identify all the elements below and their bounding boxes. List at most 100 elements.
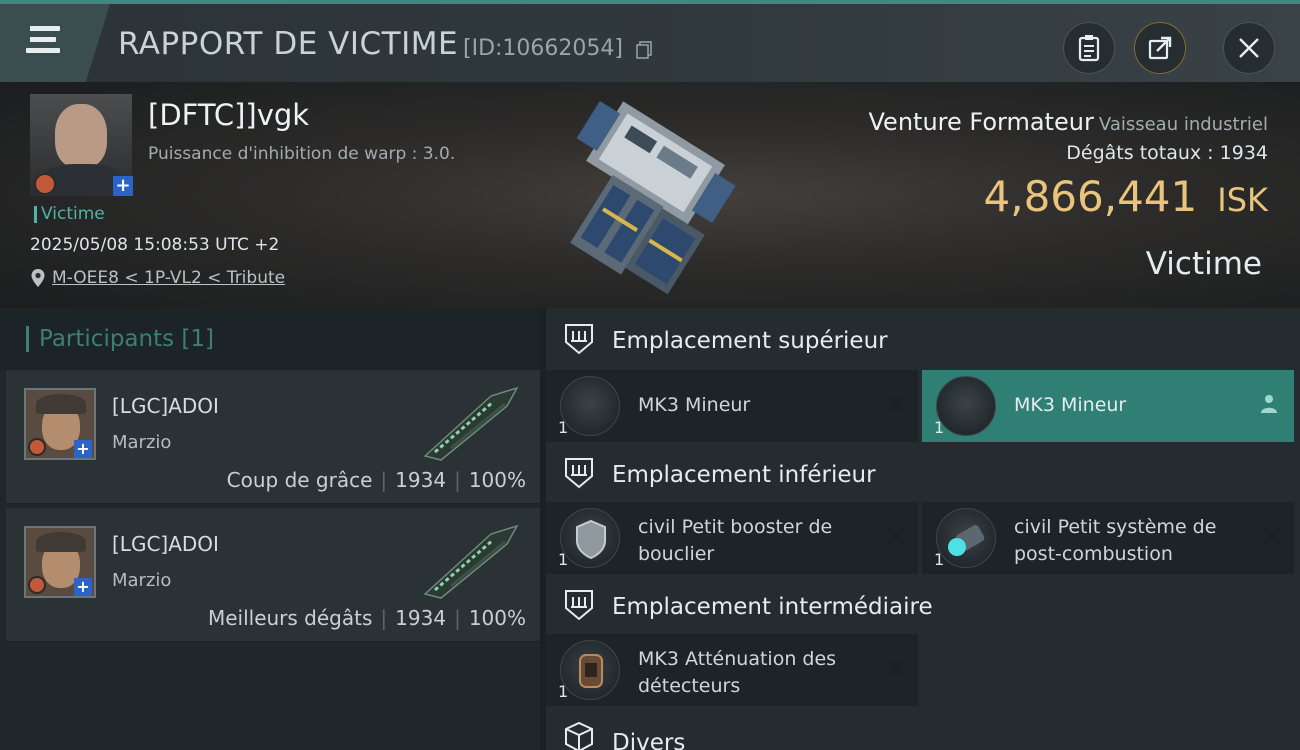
corporation-icon [34, 173, 56, 195]
menu-icon [24, 26, 60, 31]
add-contact-icon[interactable]: + [113, 176, 133, 196]
isk-value-line: 4,866,441 ISK [984, 172, 1269, 221]
close-button[interactable] [1223, 22, 1275, 74]
miner-icon [936, 376, 996, 436]
attacker-ship-icon[interactable] [421, 386, 521, 462]
module-quantity: 1 [558, 418, 569, 437]
total-damage-value: 1934 [1219, 142, 1268, 164]
high-slot-header: Emplacement supérieur [546, 308, 1300, 370]
page-title: RAPPORT DE VICTIME [118, 26, 459, 62]
copy-icon[interactable] [636, 41, 652, 59]
add-contact-icon[interactable]: + [74, 440, 92, 458]
participants-header: Participants [1] [0, 308, 540, 370]
menu-button[interactable] [0, 4, 110, 82]
isk-value: 4,866,441 [983, 172, 1198, 221]
participants-label: Participants [39, 326, 175, 352]
mid-slot-label: Emplacement intermédiaire [612, 594, 933, 620]
participant-card[interactable]: + [LGC]ADOI Marzio Meilleurs dégâts | 1934… [6, 508, 540, 642]
share-icon [1148, 36, 1172, 60]
destroyed-x-icon [888, 396, 904, 412]
corporation-icon [28, 438, 46, 456]
low-slot-header: Emplacement inférieur [546, 442, 1300, 504]
close-icon [1239, 38, 1259, 58]
destroyed-x-icon [888, 660, 904, 676]
module-slot[interactable]: 1 MK3 Mineur [546, 370, 918, 442]
participant-character: Marzio [112, 570, 172, 591]
total-damage: Dégâts totaux : 1934 [1066, 142, 1268, 164]
avatar-hat [36, 394, 86, 414]
stat-divider: | [454, 606, 461, 630]
menu-icon-bar [24, 37, 56, 42]
participant-damage: 1934 [395, 606, 447, 630]
participant-name[interactable]: [LGC]ADOI [112, 532, 219, 556]
victim-banner: + [DFTC]]vgk Puissance d'inhibition de w… [0, 82, 1300, 308]
sensor-dampener-icon [560, 640, 620, 700]
participants-title: Participants [1] [26, 326, 214, 352]
high-slot-label: Emplacement supérieur [612, 328, 888, 354]
module-quantity: 1 [934, 418, 945, 437]
report-button[interactable] [1063, 22, 1115, 74]
share-button[interactable] [1134, 22, 1186, 74]
participants-panel: Participants [1] + [LGC]ADOI Marzio Coup… [0, 308, 540, 750]
avatar-hat [36, 532, 86, 552]
mid-slot-header: Emplacement intermédiaire [546, 574, 1300, 636]
miner-icon [560, 376, 620, 436]
shield-icon [576, 519, 606, 560]
dampener-icon [579, 654, 603, 688]
ship-name[interactable]: Venture Formateur [869, 108, 1094, 136]
participant-card[interactable]: + [LGC]ADOI Marzio Coup de grâce | 1934 | 10… [6, 370, 540, 504]
module-name: MK3 Mineur [1014, 394, 1127, 416]
participant-character: Marzio [112, 432, 172, 453]
module-name: civil Petit système de post-combustion [1014, 516, 1217, 565]
kill-datetime: 2025/05/08 15:08:53 UTC +2 [30, 235, 280, 255]
module-name: MK3 Mineur [638, 394, 751, 416]
participant-name[interactable]: [LGC]ADOI [112, 394, 219, 418]
add-contact-icon[interactable]: + [74, 578, 92, 596]
participant-percent: 100% [468, 468, 526, 492]
location-pin-icon [31, 269, 45, 287]
stat-divider: | [380, 606, 388, 630]
cargo-box-icon [565, 721, 593, 750]
header-bar: RAPPORT DE VICTIME [ID:10662054] [0, 0, 1300, 82]
destroyed-x-icon [1264, 528, 1280, 544]
total-damage-label: Dégâts totaux : [1066, 142, 1214, 164]
module-name: civil Petit booster de bouclier [638, 516, 833, 565]
attacker-ship-icon[interactable] [421, 524, 521, 600]
module-slot-selected[interactable]: 1 MK3 Mineur [922, 370, 1294, 442]
module-slot[interactable]: 1 MK3 Atténuation des détecteurs [546, 634, 918, 706]
ship-image[interactable] [520, 92, 790, 297]
module-quantity: 1 [558, 682, 569, 701]
menu-icon-bar [26, 48, 60, 53]
stat-divider: | [454, 468, 461, 492]
participants-count: [1] [181, 326, 215, 352]
participant-percent: 100% [468, 606, 526, 630]
ship-name-line: Venture Formateur Vaisseau industriel [869, 108, 1269, 136]
thruster-icon [948, 525, 985, 556]
corporation-icon [28, 576, 46, 594]
afterburner-icon [936, 508, 996, 568]
fitting-panel: Emplacement supérieur 1 MK3 Mineur 1 MK3… [546, 308, 1300, 750]
participant-stats: Coup de grâce | 1934 | 100% [227, 468, 526, 492]
victim-tag: Victime [34, 206, 105, 223]
module-quantity: 1 [558, 550, 569, 569]
isk-unit: ISK [1217, 181, 1268, 219]
misc-header: Divers [546, 706, 1300, 750]
module-slot[interactable]: 1 civil Petit booster de bouclier [546, 502, 918, 574]
module-quantity: 1 [934, 550, 945, 569]
participant-stats: Meilleurs dégâts | 1934 | 100% [208, 606, 526, 630]
misc-label: Divers [612, 730, 686, 750]
participant-damage: 1934 [395, 468, 447, 492]
high-slot-icon [565, 324, 593, 355]
participant-label: Coup de grâce [226, 468, 373, 492]
victim-name[interactable]: [DFTC]]vgk [148, 98, 309, 132]
kill-location-link[interactable]: M-OEE8 < 1P-VL2 < Tribute [52, 268, 285, 288]
role-label: Victime [1145, 246, 1262, 282]
portrait-head [55, 104, 107, 168]
mid-slot-icon [565, 590, 593, 621]
module-name: MK3 Atténuation des détecteurs [638, 648, 837, 697]
shield-booster-icon [560, 508, 620, 568]
stat-divider: | [380, 468, 388, 492]
module-slot[interactable]: 1 civil Petit système de post-combustion [922, 502, 1294, 574]
warp-strength: Puissance d'inhibition de warp : 3.0. [148, 144, 456, 164]
participant-label: Meilleurs dégâts [207, 606, 373, 630]
